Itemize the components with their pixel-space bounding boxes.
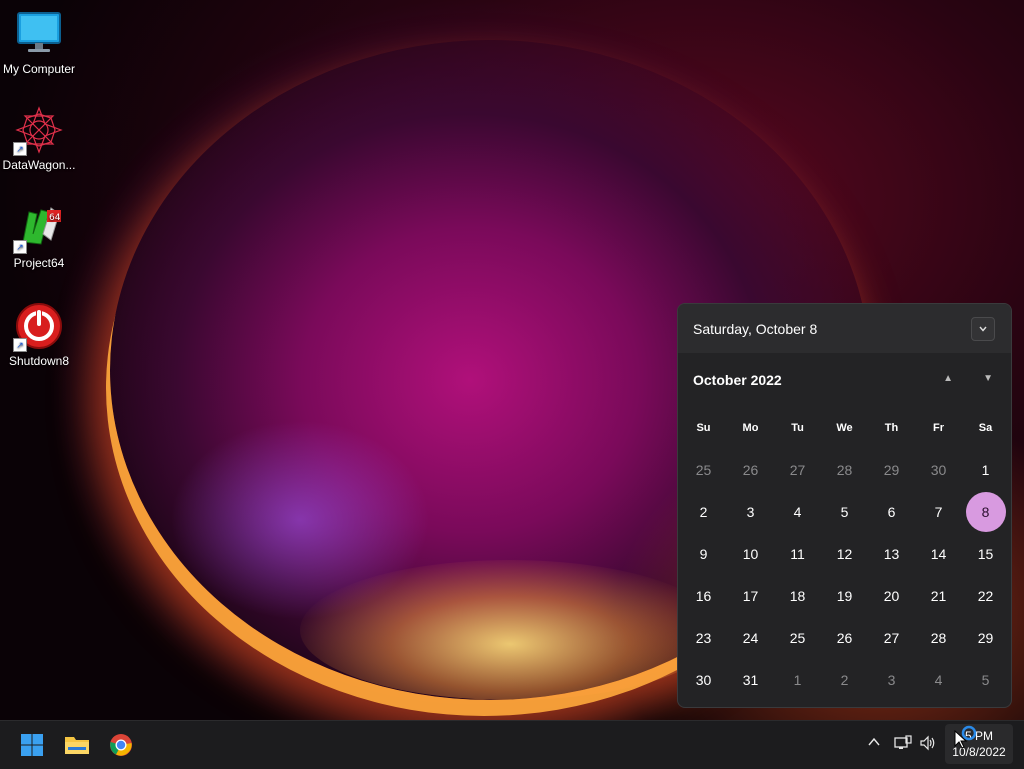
calendar-day[interactable]: 13 — [868, 533, 915, 575]
month-label[interactable]: October 2022 — [693, 372, 782, 388]
chevron-up-icon — [868, 737, 880, 746]
calendar-day[interactable]: 14 — [915, 533, 962, 575]
desktop-icon-my-computer[interactable]: My Computer — [0, 10, 78, 76]
volume-button[interactable] — [919, 735, 937, 754]
desktop-icon-label: DataWagon... — [2, 158, 76, 172]
month-navigation: October 2022 ▲ ▼ — [678, 353, 1011, 407]
calendar-day[interactable]: 26 — [727, 449, 774, 491]
calendar-day[interactable]: 30 — [915, 449, 962, 491]
calendar-day[interactable]: 2 — [821, 659, 868, 701]
calendar-day[interactable]: 9 — [680, 533, 727, 575]
network-icon — [894, 735, 912, 749]
calendar-day[interactable]: 28 — [821, 449, 868, 491]
calendar-day[interactable]: 28 — [915, 617, 962, 659]
calendar-day[interactable]: 11 — [774, 533, 821, 575]
calendar-day[interactable]: 17 — [727, 575, 774, 617]
calendar-day[interactable]: 26 — [821, 617, 868, 659]
chevron-down-icon — [979, 326, 987, 332]
calendar-day[interactable]: 5 — [821, 491, 868, 533]
calendar-day[interactable]: 25 — [680, 449, 727, 491]
windows-icon — [21, 734, 43, 756]
calendar-day[interactable]: 15 — [962, 533, 1009, 575]
calendar-day[interactable]: 27 — [774, 449, 821, 491]
datawagon-icon: ↗ — [13, 106, 63, 156]
shortcut-arrow-icon: ↗ — [13, 338, 27, 352]
calendar-day[interactable]: 4 — [774, 491, 821, 533]
file-explorer-button[interactable] — [63, 731, 91, 759]
calendar-flyout: Saturday, October 8 October 2022 ▲ ▼ Su … — [677, 303, 1012, 708]
calendar-day[interactable]: 1 — [774, 659, 821, 701]
calendar-day[interactable]: 29 — [868, 449, 915, 491]
calendar-date-title: Saturday, October 8 — [693, 320, 818, 337]
calendar-day[interactable]: 29 — [962, 617, 1009, 659]
busy-spinner-icon — [961, 725, 977, 741]
calendar-day[interactable]: 19 — [821, 575, 868, 617]
shortcut-arrow-icon: ↗ — [13, 240, 27, 254]
weekday-header: Fr — [933, 422, 944, 434]
today-marker: 8 — [965, 492, 1006, 532]
desktop-icon-datawagon[interactable]: ↗ DataWagon... — [0, 106, 78, 172]
weekday-header: We — [836, 422, 853, 434]
calendar-day[interactable]: 31 — [727, 659, 774, 701]
calendar-day[interactable]: 4 — [915, 659, 962, 701]
folder-icon — [65, 737, 89, 754]
desktop-icon-project64[interactable]: 64 ↗ Project64 — [0, 204, 78, 270]
calendar-day[interactable]: 3 — [868, 659, 915, 701]
calendar-day[interactable]: 5 — [962, 659, 1009, 701]
shortcut-arrow-icon: ↗ — [13, 142, 27, 156]
weekday-header: Sa — [978, 422, 993, 434]
monitor-icon — [15, 10, 63, 58]
power-icon: ↗ — [13, 302, 63, 352]
chrome-icon — [110, 734, 132, 756]
calendar-day[interactable]: 12 — [821, 533, 868, 575]
calendar-day[interactable]: 7 — [915, 491, 962, 533]
calendar-day[interactable]: 20 — [868, 575, 915, 617]
calendar-day[interactable]: 18 — [774, 575, 821, 617]
next-month-button[interactable]: ▼ — [983, 373, 993, 384]
calendar-day[interactable]: 27 — [868, 617, 915, 659]
calendar-day[interactable]: 10 — [727, 533, 774, 575]
svg-text:64: 64 — [49, 213, 61, 223]
wallpaper-glow-bottom — [300, 560, 720, 700]
taskbar — [0, 720, 1024, 769]
weekday-header: Th — [884, 422, 899, 434]
desktop-icon-label: Shutdown8 — [8, 354, 70, 368]
calendar-day[interactable]: 25 — [774, 617, 821, 659]
calendar-day[interactable]: 6 — [868, 491, 915, 533]
collapse-calendar-button[interactable] — [971, 317, 995, 341]
weekday-header: Tu — [791, 422, 804, 434]
calendar-day[interactable]: 3 — [727, 491, 774, 533]
desktop-icon-label: Project64 — [13, 256, 65, 270]
calendar-day-today[interactable]: 8 — [962, 491, 1009, 533]
project64-icon: 64 ↗ — [13, 204, 63, 254]
weekday-header: Su — [696, 422, 711, 434]
volume-icon — [920, 735, 935, 751]
calendar-day[interactable]: 21 — [915, 575, 962, 617]
calendar-day[interactable]: 30 — [680, 659, 727, 701]
calendar-grid: Su Mo Tu We Th Fr Sa 25 26 27 28 29 30 1… — [680, 407, 1011, 701]
chrome-button[interactable] — [107, 731, 135, 759]
calendar-day[interactable]: 22 — [962, 575, 1009, 617]
calendar-day[interactable]: 16 — [680, 575, 727, 617]
calendar-header: Saturday, October 8 — [678, 304, 1011, 353]
show-hidden-icons-button[interactable] — [867, 735, 881, 752]
start-button[interactable] — [18, 731, 46, 759]
calendar-day[interactable]: 1 — [962, 449, 1009, 491]
desktop-icon-shutdown8[interactable]: ↗ Shutdown8 — [0, 302, 78, 368]
calendar-day[interactable]: 2 — [680, 491, 727, 533]
previous-month-button[interactable]: ▲ — [943, 373, 953, 384]
desktop-icon-label: My Computer — [2, 62, 76, 76]
calendar-day[interactable]: 24 — [727, 617, 774, 659]
calendar-day[interactable]: 23 — [680, 617, 727, 659]
weekday-header: Mo — [742, 422, 759, 434]
network-button[interactable] — [894, 735, 912, 754]
